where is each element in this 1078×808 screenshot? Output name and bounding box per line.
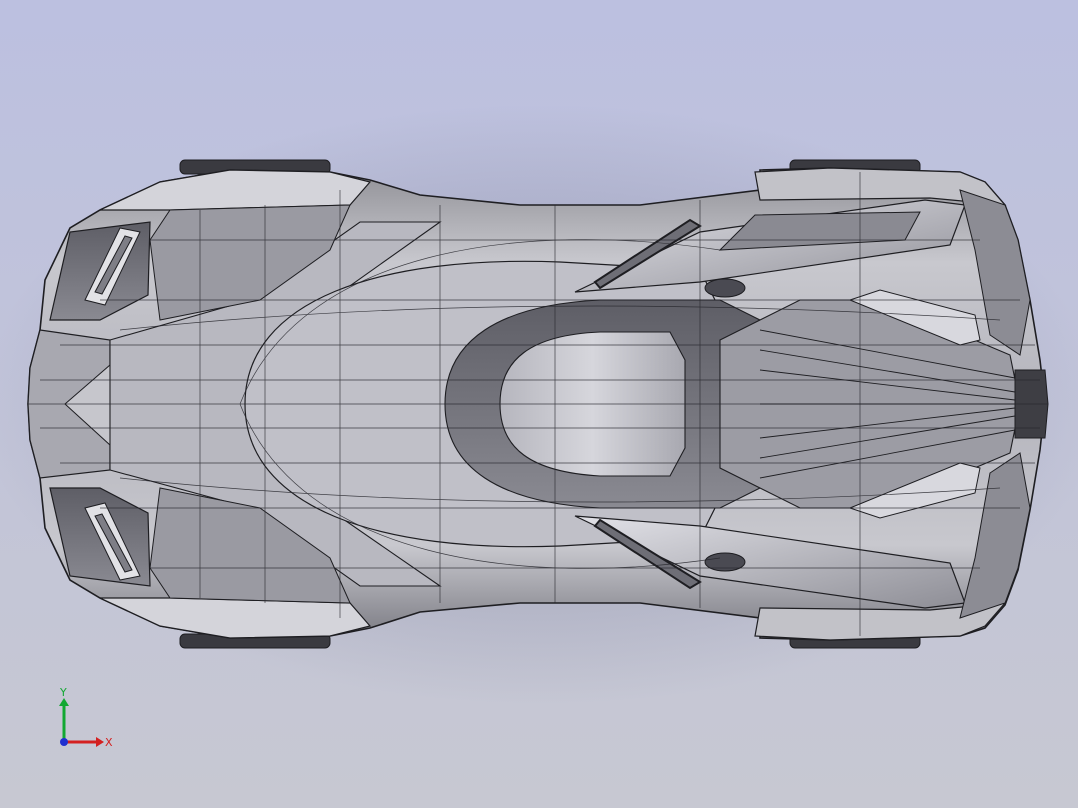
front-right-fender: [99, 597, 372, 639]
y-axis-arrow: [59, 698, 69, 706]
front-left-fender: [99, 169, 372, 211]
rear-left-hub: [704, 278, 746, 298]
x-axis-label: X: [105, 736, 113, 749]
z-axis-dot: [60, 738, 68, 746]
orientation-triad: X Y: [44, 684, 124, 754]
3d-viewport[interactable]: X Y: [0, 0, 1078, 808]
y-axis-label: Y: [59, 686, 67, 699]
x-axis-arrow: [96, 737, 104, 747]
car-model[interactable]: [0, 0, 1078, 808]
